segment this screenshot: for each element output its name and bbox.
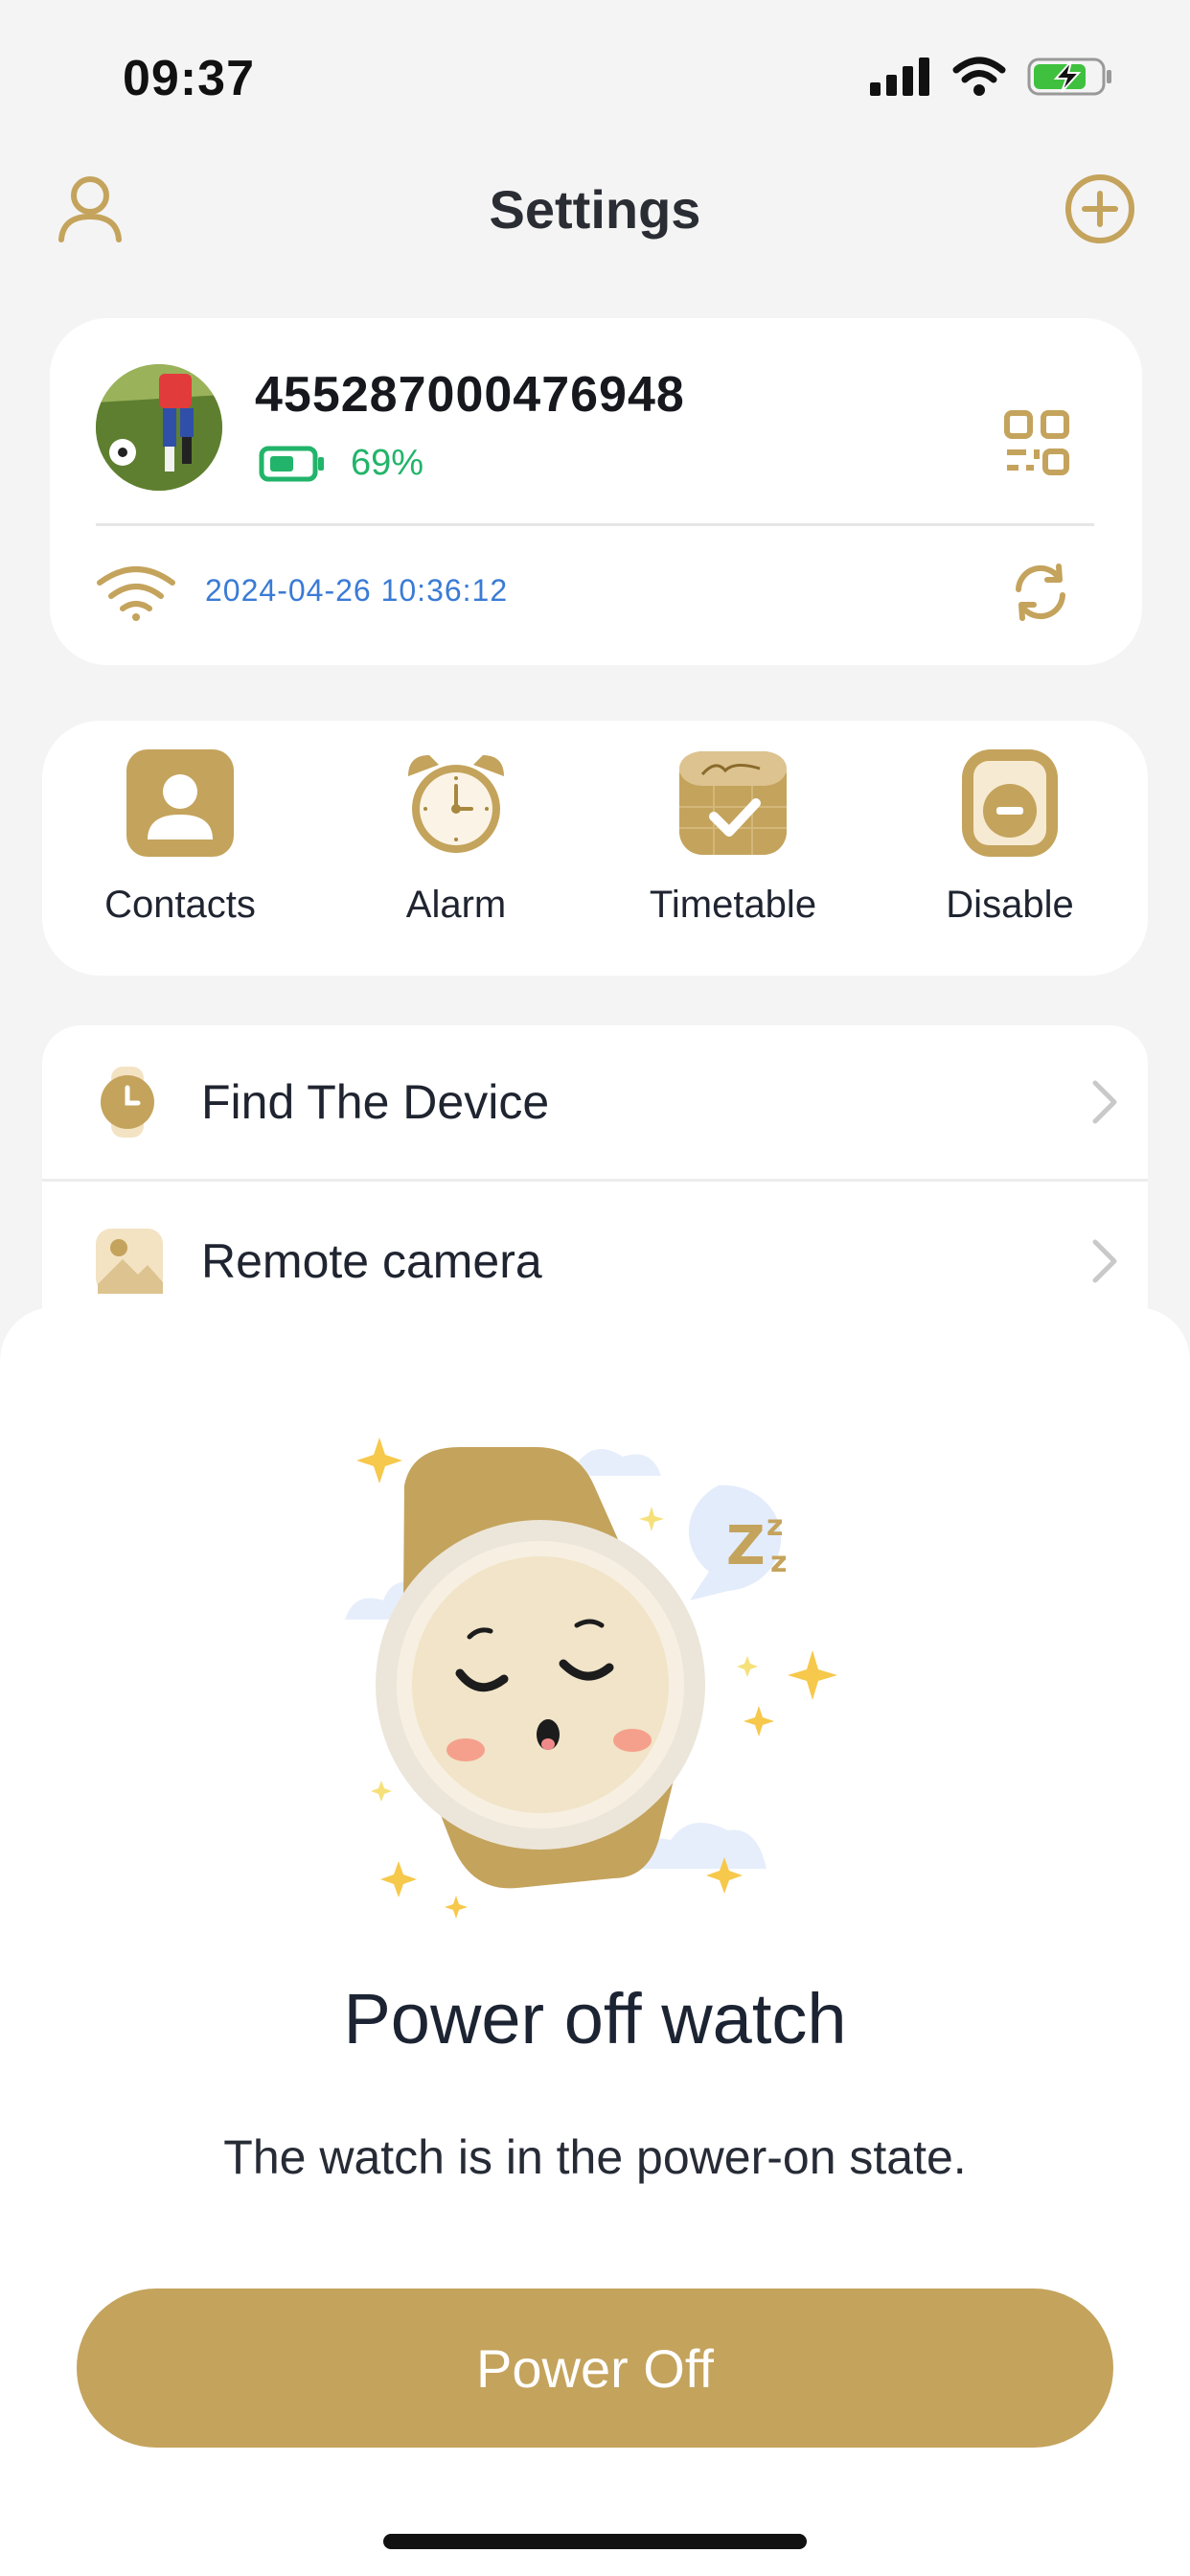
- chevron-right-icon: [1092, 1080, 1117, 1124]
- timetable-icon: [679, 751, 787, 855]
- power-off-button[interactable]: Power Off: [77, 2288, 1113, 2448]
- battery-level-icon: [259, 446, 324, 481]
- svg-text:Z: Z: [726, 1515, 766, 1577]
- action-timetable[interactable]: Timetable: [618, 748, 848, 927]
- qr-code-button[interactable]: [996, 402, 1077, 483]
- list-item-find-device[interactable]: Find The Device: [42, 1025, 1148, 1179]
- battery-charging-icon: [1027, 58, 1111, 96]
- cellular-signal-icon: [870, 58, 929, 96]
- sheet-title: Power off watch: [343, 1979, 847, 2058]
- battery-status: 69%: [259, 443, 423, 484]
- home-indicator[interactable]: [383, 2534, 807, 2549]
- disable-watch-icon: [962, 749, 1058, 857]
- action-disable[interactable]: Disable: [895, 748, 1125, 927]
- device-avatar[interactable]: [96, 364, 222, 491]
- refresh-button[interactable]: [1000, 552, 1081, 632]
- avatar-photo-icon: [96, 364, 222, 491]
- list-item-label: Find The Device: [201, 1075, 550, 1129]
- remote-camera-icon: [96, 1229, 163, 1294]
- device-id: 455287000476948: [255, 367, 685, 423]
- action-label: Alarm: [405, 884, 507, 926]
- add-device-button[interactable]: [1060, 169, 1140, 249]
- refresh-icon: [1016, 564, 1065, 621]
- find-watch-icon: [101, 1067, 154, 1138]
- list-divider: [42, 1179, 1148, 1182]
- alarm-clock-icon: [408, 755, 504, 853]
- sheet-description: The watch is in the power-on state.: [223, 2130, 967, 2184]
- card-divider: [96, 523, 1094, 526]
- page-title: Settings: [489, 179, 701, 240]
- status-time: 09:37: [123, 51, 255, 106]
- action-contacts[interactable]: Contacts: [65, 748, 295, 927]
- action-alarm[interactable]: Alarm: [341, 748, 571, 927]
- action-label: Disable: [946, 884, 1074, 926]
- sleeping-watch-illustration: Z z z: [345, 1438, 837, 1919]
- plus-circle-icon: [1065, 174, 1134, 243]
- status-icons: [870, 56, 1113, 98]
- contacts-icon: [126, 749, 234, 857]
- wifi-icon: [952, 57, 1006, 96]
- last-update-time: 2024-04-26 10:36:12: [205, 573, 509, 608]
- wifi-connection-icon: [97, 566, 175, 621]
- svg-text:z: z: [767, 1509, 783, 1543]
- action-label: Contacts: [104, 884, 256, 926]
- battery-percentage: 69%: [351, 443, 424, 483]
- qr-code-icon: [1004, 410, 1069, 475]
- list-item-label: Remote camera: [201, 1234, 542, 1288]
- action-label: Timetable: [649, 884, 817, 926]
- svg-text:z: z: [770, 1546, 787, 1579]
- chevron-right-icon: [1092, 1239, 1117, 1283]
